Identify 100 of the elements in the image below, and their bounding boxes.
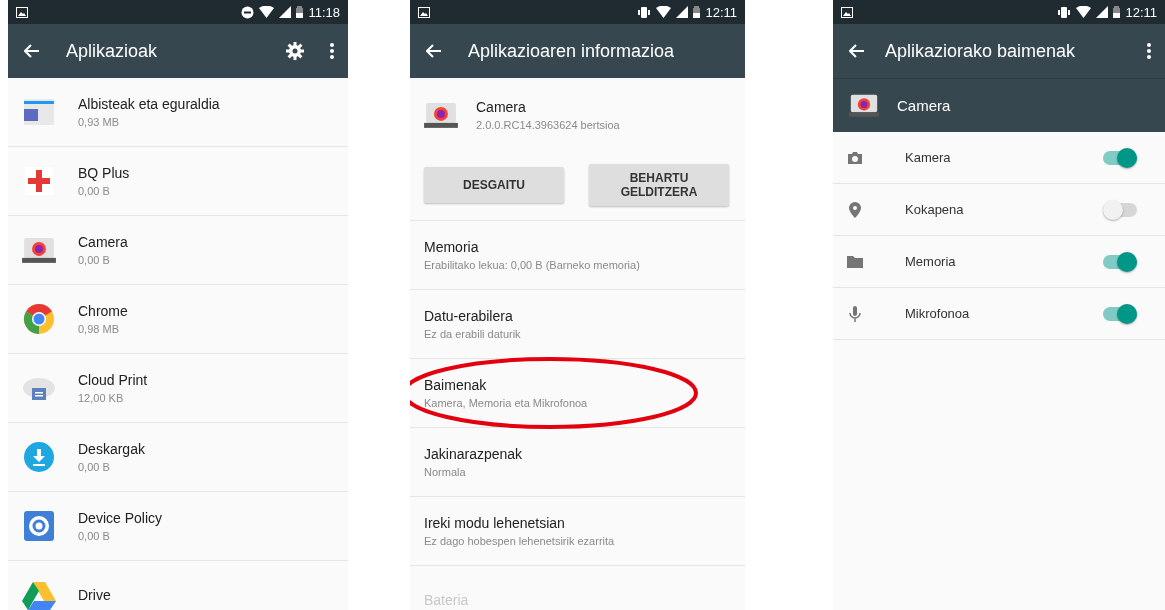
signal-icon xyxy=(1096,6,1109,18)
permission-switch[interactable] xyxy=(1103,306,1137,321)
app-name: Albisteak eta eguraldia xyxy=(78,96,220,112)
app-size: 0,93 MB xyxy=(78,116,120,128)
back-arrow-icon xyxy=(849,44,865,58)
camera-app-icon xyxy=(849,93,879,118)
app-list-item[interactable]: Drive xyxy=(8,561,348,610)
more-options-button[interactable] xyxy=(330,43,334,59)
permission-row[interactable]: Memoria xyxy=(833,236,1165,288)
app-list-item[interactable]: Chrome 0,98 MB xyxy=(8,285,348,354)
wifi-icon xyxy=(656,6,672,18)
folder-icon xyxy=(847,255,863,268)
wifi-icon xyxy=(259,6,275,18)
back-arrow-icon xyxy=(426,44,442,58)
row-title: Baimenak xyxy=(424,377,488,393)
app-size: 0,00 B xyxy=(78,185,111,197)
settings-icon xyxy=(286,42,304,60)
settings-row[interactable]: Datu-erabilera Ez da erabili daturik xyxy=(410,290,745,359)
permission-row[interactable]: Mikrofonoa xyxy=(833,288,1165,340)
do-not-disturb-icon xyxy=(241,5,255,19)
browser-app-icon xyxy=(23,303,55,335)
status-time: 12:11 xyxy=(705,4,737,20)
vibrate-icon xyxy=(1057,5,1072,19)
app-list-item[interactable]: Camera 0,00 B xyxy=(8,216,348,285)
back-button[interactable] xyxy=(426,44,442,58)
row-title: Memoria xyxy=(424,239,480,255)
battery-icon xyxy=(1113,6,1121,18)
settings-button[interactable] xyxy=(286,42,304,60)
drive-app-icon xyxy=(22,580,56,610)
permission-label: Kamera xyxy=(905,150,952,165)
vibrate-icon xyxy=(637,5,652,19)
location-pin-icon xyxy=(849,201,861,218)
app-list-item[interactable]: Deskargak 0,00 B xyxy=(8,423,348,492)
screen-title: Aplikazioak xyxy=(66,40,159,62)
app-list-item[interactable]: Cloud Print 12,00 KB xyxy=(8,354,348,423)
permission-label: Kokapena xyxy=(905,202,965,217)
signal-icon xyxy=(676,6,689,18)
permission-row[interactable]: Kamera xyxy=(833,132,1165,184)
back-button[interactable] xyxy=(849,44,865,58)
row-title: Jakinarazpenak xyxy=(424,446,523,462)
permission-row[interactable]: Kokapena xyxy=(833,184,1165,236)
image-notification-icon xyxy=(418,6,430,18)
permission-label: Mikrofonoa xyxy=(905,306,971,321)
app-name: Chrome xyxy=(78,303,128,319)
camera-icon xyxy=(847,150,863,165)
app-size: 0,98 MB xyxy=(78,323,120,335)
row-subtitle: Kamera, Memoria eta Mikrofonoa xyxy=(424,397,588,409)
app-name: Drive xyxy=(78,587,111,603)
news-app-icon xyxy=(22,97,56,127)
back-arrow-icon xyxy=(24,44,40,58)
camera-app-icon xyxy=(424,101,458,129)
policy-app-icon xyxy=(23,510,55,542)
back-button[interactable] xyxy=(24,44,40,58)
row-subtitle: Ez da erabili daturik xyxy=(424,328,521,340)
row-title: Datu-erabilera xyxy=(424,308,514,324)
screen-title: Aplikazioaren informazioa xyxy=(468,40,676,62)
battery-icon xyxy=(693,6,701,18)
settings-row[interactable]: Memoria Erabilitako lekua: 0,00 B (Barneko memoria) xyxy=(410,221,745,290)
row-subtitle: Ez dago hobespen lehenetsirik ezarrita xyxy=(424,535,615,547)
status-time: 11:18 xyxy=(308,4,340,20)
row-subtitle: Normala xyxy=(424,466,467,478)
app-list-item[interactable]: Albisteak eta eguraldia 0,93 MB xyxy=(8,78,348,147)
app-name: Camera xyxy=(897,97,951,114)
camera-app-icon xyxy=(22,236,56,264)
image-notification-icon xyxy=(841,6,853,18)
app-size: 0,00 B xyxy=(78,254,111,266)
permission-label: Memoria xyxy=(905,254,957,269)
app-size: 0,00 B xyxy=(78,530,111,542)
action-button[interactable]: BEHARTU GELDITZERA xyxy=(589,164,729,206)
app-version: 2.0.0.RC14.3963624 bertsioa xyxy=(476,119,620,131)
app-name: Device Policy xyxy=(78,510,163,526)
more-options-button[interactable] xyxy=(1147,43,1151,59)
image-notification-icon xyxy=(16,6,28,18)
permission-switch[interactable] xyxy=(1103,202,1137,217)
more-icon xyxy=(1147,43,1151,59)
microphone-icon xyxy=(849,305,861,322)
app-name: Cloud Print xyxy=(78,372,148,388)
app-name: Deskargak xyxy=(78,441,145,457)
app-size: 0,00 B xyxy=(78,461,111,473)
download-app-icon xyxy=(23,441,55,473)
app-name: Camera xyxy=(476,99,527,115)
settings-row[interactable]: Ireki modu lehenetsian Ez dago hobespen lehenetsirik ezarrita xyxy=(410,497,745,566)
more-icon xyxy=(330,43,334,59)
app-list-item[interactable]: BQ Plus 0,00 B xyxy=(8,147,348,216)
app-name: Camera xyxy=(78,234,128,250)
screen-title: Aplikaziorako baimenak xyxy=(885,40,1077,62)
action-button[interactable]: DESGAITU xyxy=(424,167,564,203)
row-subtitle: Erabilitako lekua: 0,00 B (Barneko memoria) xyxy=(424,259,640,271)
settings-row[interactable]: Baimenak Kamera, Memoria eta Mikrofonoa xyxy=(410,359,745,428)
app-size: 12,00 KB xyxy=(78,392,125,404)
app-list-item[interactable]: Device Policy 0,00 B xyxy=(8,492,348,561)
app-name: BQ Plus xyxy=(78,165,130,181)
wifi-icon xyxy=(1076,6,1092,18)
permission-switch[interactable] xyxy=(1103,254,1137,269)
permission-switch[interactable] xyxy=(1103,150,1137,165)
settings-row[interactable]: Jakinarazpenak Normala xyxy=(410,428,745,497)
row-title: Ireki modu lehenetsian xyxy=(424,515,566,531)
battery-icon xyxy=(296,6,304,18)
signal-icon xyxy=(279,6,292,18)
status-time: 12:11 xyxy=(1125,4,1157,20)
